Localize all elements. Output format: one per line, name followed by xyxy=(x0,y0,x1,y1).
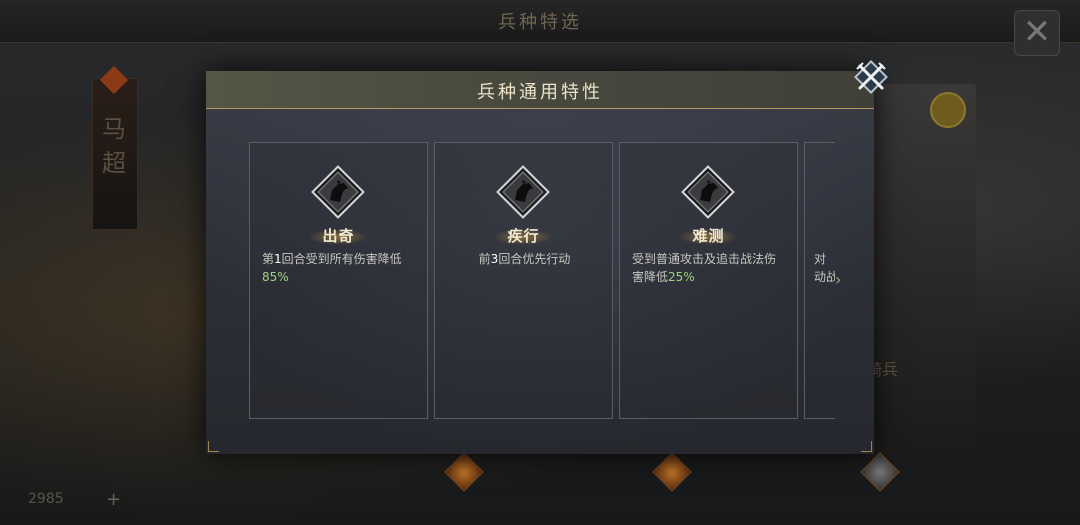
trait-name: 疾行 xyxy=(507,227,540,245)
background-close-button: ✕ xyxy=(1014,10,1060,56)
frame-corner xyxy=(208,441,219,452)
trait-card[interactable]: 难测 受到普通攻击及追击战法伤 害降低25% xyxy=(619,142,798,419)
portrait-badge-icon xyxy=(930,92,966,128)
trait-card[interactable]: 出奇 第1回合受到所有伤害降低 85% xyxy=(249,142,428,419)
crossed-swords-icon[interactable] xyxy=(851,57,891,97)
trait-name: 难测 xyxy=(692,227,725,245)
dialog-title: 兵种通用特性 xyxy=(477,82,603,103)
unit-traits-dialog: 兵种通用特性 出奇 第1回合受到所有伤害降低 85% 疾行 前3回合优先行动 难… xyxy=(206,71,874,454)
horse-head-icon xyxy=(496,165,550,219)
trait-description: 对动战 xyxy=(814,252,835,284)
trait-description: 前3回合优先行动 xyxy=(478,252,571,266)
trait-card[interactable]: 疾行 前3回合优先行动 xyxy=(434,142,613,419)
add-currency-button: + xyxy=(106,489,122,510)
trait-value: 25% xyxy=(668,270,695,284)
horse-head-icon xyxy=(681,165,735,219)
trait-description: 受到普通攻击及追击战法伤 害降低25% xyxy=(632,252,777,284)
frame-corner xyxy=(861,441,872,452)
dialog-header: 兵种通用特性 xyxy=(206,71,874,109)
scroll-next-arrow[interactable]: › xyxy=(835,270,841,289)
trait-card-partial[interactable]: 对动战 xyxy=(804,142,835,419)
trait-name: 出奇 xyxy=(322,227,355,245)
general-name: 马超 xyxy=(102,115,126,177)
horse-head-icon xyxy=(311,165,365,219)
currency-amount: 2985 xyxy=(28,491,64,507)
unit-portrait xyxy=(866,84,976,464)
trait-value: 85% xyxy=(262,270,289,284)
trait-description: 第1回合受到所有伤害降低 85% xyxy=(262,252,402,284)
background-title: 兵种特选 xyxy=(498,12,582,33)
background-top-bar: 兵种特选 xyxy=(0,0,1080,43)
